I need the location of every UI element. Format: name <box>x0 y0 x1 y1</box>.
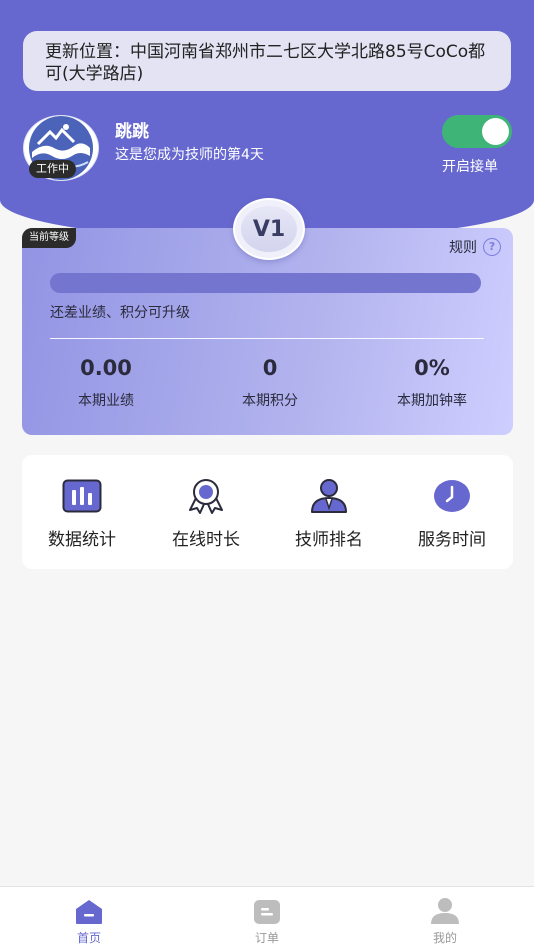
menu-item-online-time[interactable]: 在线时长 <box>146 477 266 550</box>
menu-label: 技师排名 <box>295 530 363 550</box>
location-bar[interactable]: 更新位置：中国河南省郑州市二七区大学北路85号CoCo都可(大学路店) <box>23 31 511 91</box>
rules-label: 规则 <box>449 240 477 256</box>
stat-extension-rate: 0% 本期加钟率 <box>362 356 502 410</box>
stat-points: 0 本期积分 <box>200 356 340 410</box>
level-badge: V1 <box>233 198 305 260</box>
menu-label: 在线时长 <box>172 530 240 550</box>
award-ribbon-icon <box>146 477 266 515</box>
menu-item-ranking[interactable]: 技师排名 <box>269 477 389 550</box>
tab-label: 我的 <box>432 931 457 945</box>
tab-home[interactable]: 首页 <box>49 897 129 946</box>
order-icon <box>227 897 307 925</box>
menu-label: 数据统计 <box>48 530 116 550</box>
bar-chart-icon <box>22 477 142 515</box>
upgrade-hint: 还差业绩、积分可升级 <box>50 305 190 321</box>
user-rank-icon <box>269 477 389 515</box>
stat-label: 本期积分 <box>242 393 298 409</box>
clock-icon <box>392 477 512 515</box>
menu-item-data-stats[interactable]: 数据统计 <box>22 477 142 550</box>
stat-value: 0.00 <box>80 356 132 380</box>
menu-label: 服务时间 <box>418 530 486 550</box>
user-days-text: 这是您成为技师的第4天 <box>115 147 264 163</box>
accept-order-toggle[interactable] <box>442 115 512 148</box>
toggle-knob <box>482 118 509 145</box>
tab-label: 首页 <box>76 931 101 945</box>
avatar[interactable]: 工作中 <box>23 115 99 181</box>
location-prefix: 更新位置： <box>45 42 130 62</box>
level-badge-text: V1 <box>241 206 297 252</box>
user-name: 跳跳 <box>115 122 149 142</box>
tab-profile[interactable]: 我的 <box>405 897 485 946</box>
accept-order-label: 开启接单 <box>442 159 498 175</box>
tab-label: 订单 <box>254 931 279 945</box>
stat-value: 0% <box>414 356 450 380</box>
divider <box>50 338 484 339</box>
quick-menu: 数据统计 在线时长 技师排名 服务时间 <box>22 455 513 569</box>
rules-link[interactable]: 规则 ? <box>449 237 501 257</box>
menu-item-service-time[interactable]: 服务时间 <box>392 477 512 550</box>
stat-performance: 0.00 本期业绩 <box>36 356 176 410</box>
stat-label: 本期业绩 <box>78 393 134 409</box>
home-icon <box>49 897 129 925</box>
level-progress-bar <box>50 273 481 293</box>
current-level-tag: 当前等级 <box>22 228 76 248</box>
tab-orders[interactable]: 订单 <box>227 897 307 946</box>
work-status-badge: 工作中 <box>29 160 76 178</box>
bottom-tabbar: 首页 订单 我的 <box>0 886 534 951</box>
profile-icon <box>405 897 485 925</box>
help-icon: ? <box>483 238 501 256</box>
stat-label: 本期加钟率 <box>397 393 467 409</box>
stat-value: 0 <box>262 356 278 380</box>
